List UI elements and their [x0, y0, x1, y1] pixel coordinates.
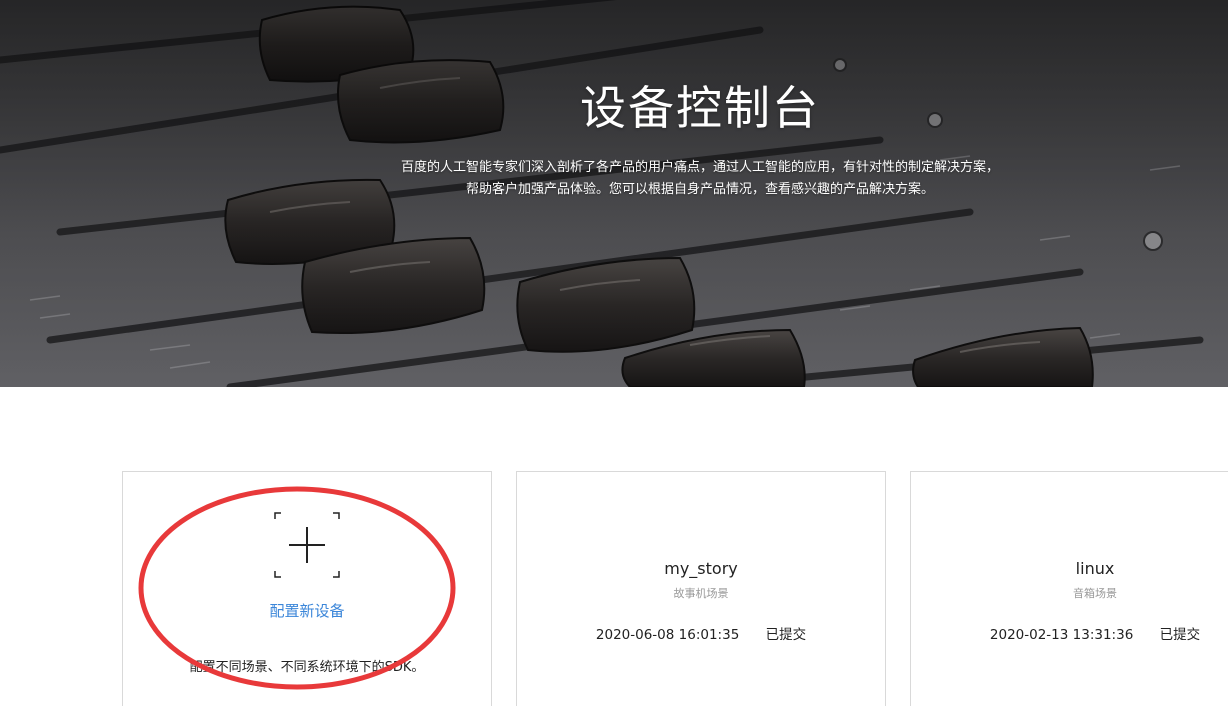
- page-description: 百度的人工智能专家们深入剖析了各产品的用户痛点，通过人工智能的应用，有针对性的制…: [0, 157, 1228, 201]
- device-timestamp: 2020-06-08 16:01:35: [595, 627, 740, 643]
- hero-banner: 设备控制台 百度的人工智能专家们深入剖析了各产品的用户痛点，通过人工智能的应用，…: [0, 0, 1228, 387]
- description-line-1: 百度的人工智能专家们深入剖析了各产品的用户痛点，通过人工智能的应用，有针对性的制…: [400, 160, 999, 175]
- device-meta: 2020-06-08 16:01:35 已提交: [517, 623, 885, 643]
- device-timestamp: 2020-02-13 13:31:36: [989, 627, 1134, 643]
- plus-icon[interactable]: [274, 512, 340, 578]
- device-name[interactable]: my_story: [517, 559, 885, 578]
- device-status: 已提交: [1159, 627, 1201, 643]
- configure-new-device-link[interactable]: 配置新设备: [123, 600, 491, 621]
- add-device-card[interactable]: 配置新设备 配置不同场景、不同系统环境下的SDK。: [122, 471, 492, 706]
- device-card-linux[interactable]: linux 音箱场景 2020-02-13 13:31:36 已提交: [910, 471, 1228, 706]
- description-line-2: 帮助客户加强产品体验。您可以根据自身产品情况，查看感兴趣的产品解决方案。: [465, 182, 934, 197]
- device-meta: 2020-02-13 13:31:36 已提交: [911, 623, 1228, 643]
- add-device-description: 配置不同场景、不同系统环境下的SDK。: [189, 660, 425, 675]
- device-scene: 故事机场景: [673, 587, 729, 600]
- device-scene: 音箱场景: [1073, 587, 1117, 600]
- device-card-my-story[interactable]: my_story 故事机场景 2020-06-08 16:01:35 已提交: [516, 471, 886, 706]
- page-title: 设备控制台: [580, 81, 820, 135]
- device-status: 已提交: [765, 627, 807, 643]
- device-name[interactable]: linux: [911, 559, 1228, 578]
